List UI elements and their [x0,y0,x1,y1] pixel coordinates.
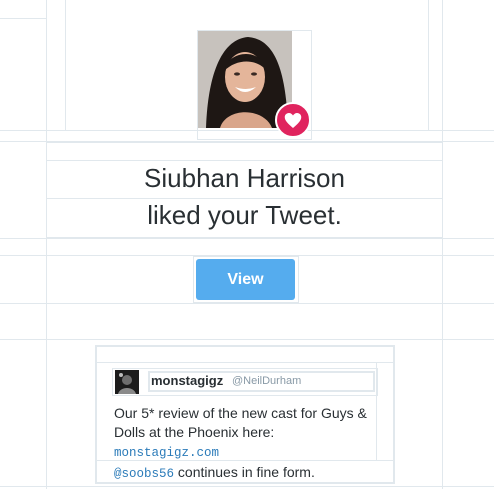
action-text: liked your Tweet. [147,200,342,230]
grid-line [65,0,66,130]
profile-photo-icon [115,370,139,394]
view-button[interactable]: View [196,259,295,300]
tweet-link[interactable]: monstagigz.com [114,446,219,460]
heart-icon [284,112,302,128]
tweet-text-part2: continues in fine form. [174,464,315,480]
grid-line [0,486,494,487]
heart-badge [275,102,311,138]
tweet-text: Our 5* review of the new cast for Guys &… [114,404,376,484]
tweet-author-name[interactable]: monstagigz [151,373,223,388]
tweet-author-handle[interactable]: @NeilDurham [232,375,301,387]
grid-line [46,0,47,489]
grid-line [428,0,429,130]
grid-line [0,238,494,239]
tweet-mention[interactable]: @soobs56 [114,467,174,481]
grid-line [0,18,46,19]
grid-line [0,339,494,340]
tweet-text-part1: Our 5* review of the new cast for Guys &… [114,405,367,440]
grid-line [0,303,494,304]
notification-headline: Siubhan Harrison liked your Tweet. [47,160,442,234]
tweet-author-avatar[interactable] [115,370,139,394]
actor-name: Siubhan Harrison [144,163,345,193]
grid-line [442,0,443,489]
grid-line [97,362,393,363]
